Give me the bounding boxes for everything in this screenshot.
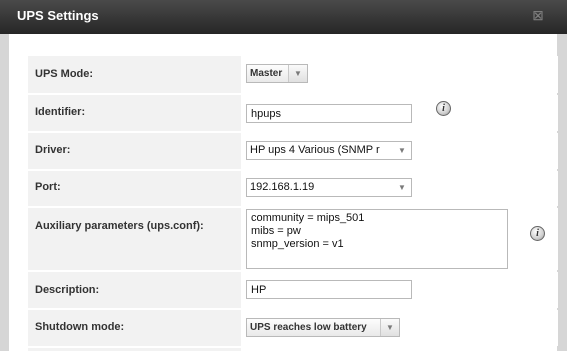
shutdown-mode-value-cell: UPS reaches low battery ▼ — [243, 310, 558, 346]
port-label-cell: Port: — [28, 171, 241, 206]
identifier-label-cell: Identifier: — [28, 95, 241, 131]
driver-label-cell: Driver: — [28, 133, 241, 169]
driver-select[interactable]: HP ups 4 Various (SNMP r ▼ — [246, 141, 412, 160]
description-label: Description: — [35, 284, 100, 296]
shutdown-mode-row: Shutdown mode: UPS reaches low battery ▼ — [28, 310, 558, 346]
info-icon[interactable]: i — [436, 101, 451, 116]
info-icon[interactable]: i — [530, 226, 545, 241]
driver-label: Driver: — [35, 144, 71, 156]
identifier-value-cell: hpups i — [243, 95, 558, 131]
dialog-frame-left — [0, 34, 9, 351]
chevron-down-icon[interactable]: ▼ — [393, 142, 411, 159]
description-input[interactable]: HP — [246, 280, 412, 299]
port-label: Port: — [35, 181, 61, 193]
aux-params-value-cell: community = mips_501 mibs = pw snmp_vers… — [243, 208, 558, 270]
ups-mode-label-cell: UPS Mode: — [28, 56, 241, 93]
shutdown-mode-label-cell: Shutdown mode: — [28, 310, 241, 346]
aux-params-textarea[interactable]: community = mips_501 mibs = pw snmp_vers… — [246, 209, 508, 269]
chevron-down-icon[interactable]: ▼ — [380, 319, 399, 336]
ups-mode-label: UPS Mode: — [35, 68, 94, 80]
identifier-label: Identifier: — [35, 106, 86, 118]
dialog-frame-right — [557, 34, 567, 351]
description-label-cell: Description: — [28, 272, 241, 308]
shutdown-mode-label: Shutdown mode: — [35, 321, 125, 333]
identifier-row: Identifier: hpups i — [28, 95, 558, 131]
shutdown-mode-select[interactable]: UPS reaches low battery ▼ — [246, 318, 400, 337]
shutdown-mode-select-value: UPS reaches low battery — [250, 322, 367, 333]
port-row: Port: 192.168.1.19 ▼ — [28, 171, 558, 206]
port-select-value: 192.168.1.19 — [250, 181, 315, 193]
ups-mode-select[interactable]: Master ▼ — [246, 64, 308, 83]
aux-params-label: Auxiliary parameters (ups.conf): — [35, 220, 204, 232]
driver-select-value: HP ups 4 Various (SNMP r — [250, 144, 380, 156]
description-value-cell: HP — [243, 272, 558, 308]
ups-mode-value-cell: Master ▼ — [243, 56, 558, 93]
dialog-title: UPS Settings — [17, 8, 99, 23]
ups-mode-row: UPS Mode: Master ▼ — [28, 56, 558, 93]
ups-mode-select-value: Master — [250, 68, 283, 79]
driver-value-cell: HP ups 4 Various (SNMP r ▼ — [243, 133, 558, 169]
aux-params-row: Auxiliary parameters (ups.conf): communi… — [28, 208, 558, 270]
ups-settings-dialog: UPS Settings ☒ UPS Mode: Master ▼ Identi… — [0, 0, 567, 351]
chevron-down-icon[interactable]: ▼ — [393, 179, 411, 196]
chevron-down-icon[interactable]: ▼ — [288, 65, 307, 82]
port-value-cell: 192.168.1.19 ▼ — [243, 171, 558, 206]
description-row: Description: HP — [28, 272, 558, 308]
identifier-input[interactable]: hpups — [246, 104, 412, 123]
dialog-titlebar: UPS Settings ☒ — [0, 0, 567, 35]
port-select[interactable]: 192.168.1.19 ▼ — [246, 178, 412, 197]
aux-params-label-cell: Auxiliary parameters (ups.conf): — [28, 208, 241, 270]
driver-row: Driver: HP ups 4 Various (SNMP r ▼ — [28, 133, 558, 169]
close-icon[interactable]: ☒ — [531, 9, 545, 23]
